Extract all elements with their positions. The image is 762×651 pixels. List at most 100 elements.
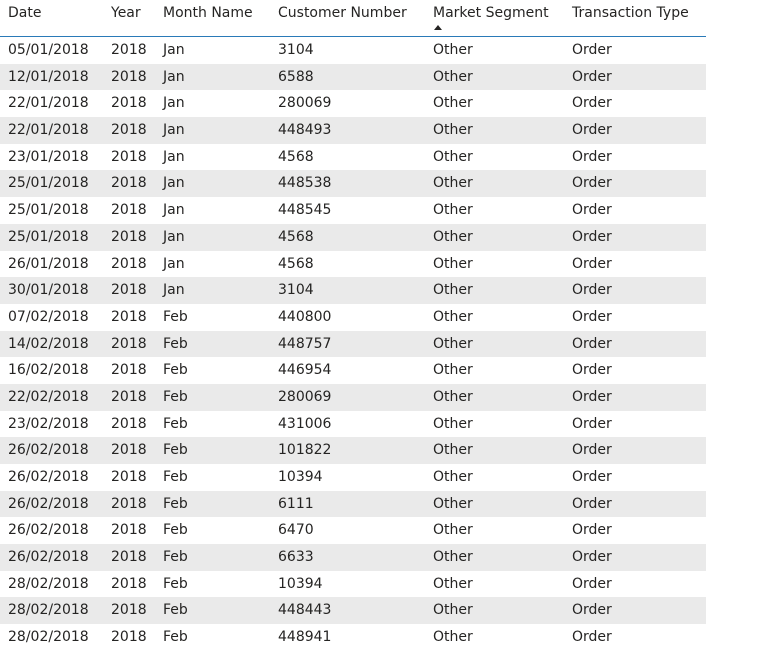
cell-market-segment: Other: [433, 255, 473, 272]
cell-date: 25/01/2018: [8, 228, 89, 245]
table-row[interactable]: 14/02/2018 2018 Feb 448757 Other Order: [0, 330, 706, 358]
column-header-market-segment[interactable]: Market Segment: [433, 5, 549, 21]
cell-month-name: Feb: [163, 522, 188, 539]
column-header-customer-number[interactable]: Customer Number: [278, 5, 407, 21]
table-row[interactable]: 22/01/2018 2018 Jan 280069 Other Order: [0, 90, 706, 117]
table-row[interactable]: 22/01/2018 2018 Jan 448493 Other Order: [0, 117, 706, 144]
cell-year: 2018: [111, 68, 147, 85]
column-header-month-name[interactable]: Month Name: [163, 5, 253, 21]
cell-customer-number: 6470: [278, 522, 314, 539]
table-row[interactable]: 28/02/2018 2018 Feb 448443 Other Order: [0, 597, 706, 625]
cell-month-name: Feb: [163, 602, 188, 619]
table-row[interactable]: 05/01/2018 2018 Jan 3104 Other Order: [0, 37, 706, 64]
cell-customer-number: 3104: [278, 42, 314, 58]
table-row[interactable]: 25/01/2018 2018 Jan 4568 Other Order: [0, 223, 706, 251]
cell-customer-number: 10394: [278, 575, 323, 592]
table-row[interactable]: 16/02/2018 2018 Feb 446954 Other Order: [0, 357, 706, 384]
table-row[interactable]: 30/01/2018 2018 Jan 3104 Other Order: [0, 277, 706, 304]
cell-date: 05/01/2018: [8, 42, 89, 58]
cell-month-name: Feb: [163, 629, 188, 646]
cell-date: 23/01/2018: [8, 148, 89, 165]
table-row[interactable]: 25/01/2018 2018 Jan 448538 Other Order: [0, 170, 706, 198]
column-header-date[interactable]: Date: [8, 5, 41, 21]
cell-month-name: Feb: [163, 469, 188, 485]
cell-customer-number: 431006: [278, 415, 332, 432]
cell-date: 26/02/2018: [8, 495, 89, 512]
cell-market-segment: Other: [433, 282, 473, 299]
cell-month-name: Jan: [163, 122, 185, 139]
cell-date: 14/02/2018: [8, 335, 89, 352]
cell-market-segment: Other: [433, 549, 473, 566]
table-row[interactable]: 28/02/2018 2018 Feb 448941 Other Order: [0, 624, 706, 651]
column-header-transaction-type[interactable]: Transaction Type: [572, 5, 689, 21]
cell-transaction-type: Order: [572, 255, 612, 272]
cell-year: 2018: [111, 629, 147, 646]
cell-transaction-type: Order: [572, 575, 612, 592]
table-row[interactable]: 26/02/2018 2018 Feb 6633 Other Order: [0, 544, 706, 571]
table-row[interactable]: 12/01/2018 2018 Jan 6588 Other Order: [0, 63, 706, 91]
cell-customer-number: 280069: [278, 95, 332, 112]
cell-customer-number: 4568: [278, 148, 314, 165]
cell-month-name: Feb: [163, 415, 188, 432]
cell-customer-number: 280069: [278, 388, 332, 405]
cell-market-segment: Other: [433, 122, 473, 139]
data-table: Date Year Month Name Customer Number Mar…: [0, 0, 706, 651]
cell-market-segment: Other: [433, 335, 473, 352]
cell-year: 2018: [111, 522, 147, 539]
cell-year: 2018: [111, 495, 147, 512]
cell-transaction-type: Order: [572, 148, 612, 165]
sort-ascending-icon[interactable]: [434, 25, 442, 30]
table-row[interactable]: 25/01/2018 2018 Jan 448545 Other Order: [0, 197, 706, 224]
cell-transaction-type: Order: [572, 629, 612, 646]
cell-transaction-type: Order: [572, 469, 612, 485]
cell-year: 2018: [111, 415, 147, 432]
table-row[interactable]: 26/01/2018 2018 Jan 4568 Other Order: [0, 251, 706, 278]
table-row[interactable]: 23/01/2018 2018 Jan 4568 Other Order: [0, 144, 706, 171]
table-row[interactable]: 22/02/2018 2018 Feb 280069 Other Order: [0, 383, 706, 411]
cell-market-segment: Other: [433, 495, 473, 512]
cell-year: 2018: [111, 42, 147, 58]
cell-date: 26/01/2018: [8, 255, 89, 272]
cell-month-name: Jan: [163, 202, 185, 219]
cell-market-segment: Other: [433, 629, 473, 646]
table-row[interactable]: 26/02/2018 2018 Feb 10394 Other Order: [0, 464, 706, 491]
column-header-year[interactable]: Year: [111, 5, 141, 21]
table-row[interactable]: 23/02/2018 2018 Feb 431006 Other Order: [0, 411, 706, 438]
cell-customer-number: 448443: [278, 602, 332, 619]
cell-customer-number: 3104: [278, 282, 314, 299]
cell-market-segment: Other: [433, 575, 473, 592]
cell-transaction-type: Order: [572, 228, 612, 245]
cell-year: 2018: [111, 175, 147, 192]
table-row[interactable]: 26/02/2018 2018 Feb 6470 Other Order: [0, 517, 706, 544]
cell-customer-number: 440800: [278, 308, 332, 325]
cell-month-name: Feb: [163, 495, 188, 512]
cell-month-name: Jan: [163, 282, 185, 299]
cell-market-segment: Other: [433, 42, 473, 58]
table-body: 05/01/2018 2018 Jan 3104 Other Order 12/01/201…: [0, 37, 706, 651]
cell-date: 28/02/2018: [8, 602, 89, 619]
cell-customer-number: 6111: [278, 495, 314, 512]
cell-month-name: Jan: [163, 68, 185, 85]
cell-date: 26/02/2018: [8, 469, 89, 485]
table-row[interactable]: 28/02/2018 2018 Feb 10394 Other Order: [0, 571, 706, 598]
cell-market-segment: Other: [433, 388, 473, 405]
cell-month-name: Jan: [163, 175, 185, 192]
cell-market-segment: Other: [433, 522, 473, 539]
table-row[interactable]: 26/02/2018 2018 Feb 6111 Other Order: [0, 490, 706, 518]
cell-transaction-type: Order: [572, 602, 612, 619]
cell-transaction-type: Order: [572, 122, 612, 139]
table-row[interactable]: 07/02/2018 2018 Feb 440800 Other Order: [0, 304, 706, 331]
cell-year: 2018: [111, 228, 147, 245]
table-row[interactable]: 26/02/2018 2018 Feb 101822 Other Order: [0, 437, 706, 464]
cell-month-name: Jan: [163, 95, 185, 112]
cell-date: 28/02/2018: [8, 629, 89, 646]
cell-date: 26/02/2018: [8, 549, 89, 566]
cell-month-name: Feb: [163, 442, 188, 459]
cell-date: 30/01/2018: [8, 282, 89, 299]
cell-transaction-type: Order: [572, 308, 612, 325]
cell-year: 2018: [111, 308, 147, 325]
cell-transaction-type: Order: [572, 335, 612, 352]
cell-date: 23/02/2018: [8, 415, 89, 432]
cell-year: 2018: [111, 362, 147, 379]
cell-date: 25/01/2018: [8, 202, 89, 219]
